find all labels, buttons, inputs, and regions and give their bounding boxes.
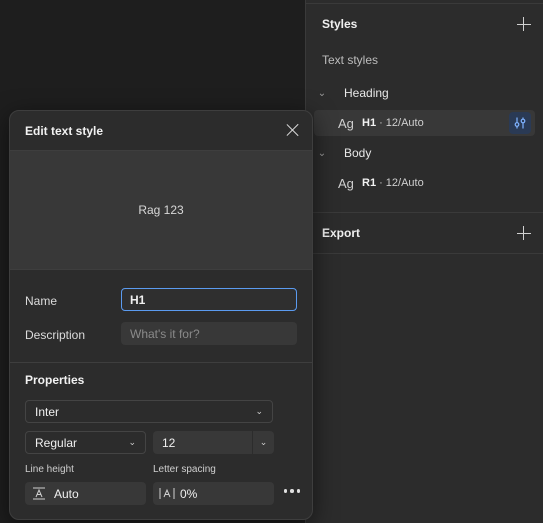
name-label: Name xyxy=(25,294,58,308)
font-size-value[interactable]: 12 xyxy=(153,436,252,450)
description-label: Description xyxy=(25,328,86,342)
export-section-title: Export xyxy=(322,226,361,240)
edit-style-adjust-icon[interactable] xyxy=(509,112,531,134)
font-weight-select[interactable]: Regular ⌄ xyxy=(25,431,146,454)
panel-top-divider xyxy=(306,3,543,4)
name-input[interactable]: H1 xyxy=(121,288,297,311)
style-group-name: Heading xyxy=(344,86,389,100)
close-icon[interactable] xyxy=(286,123,300,137)
letter-spacing-label: Letter spacing xyxy=(153,464,216,475)
dialog-title: Edit text style xyxy=(25,124,104,138)
text-style-desc: · 12/Auto xyxy=(379,117,424,129)
dialog-divider xyxy=(10,362,312,363)
line-height-value: Auto xyxy=(54,486,79,501)
style-group-heading[interactable]: ⌄ Heading xyxy=(314,81,535,105)
text-style-sample: Ag xyxy=(338,175,354,191)
letter-spacing-icon xyxy=(156,487,178,500)
text-styles-label: Text styles xyxy=(322,53,379,67)
letter-spacing-value: 0% xyxy=(180,486,198,501)
add-export-plus-icon[interactable] xyxy=(517,226,531,240)
more-options-icon[interactable] xyxy=(283,489,300,493)
preview-text: Rag 123 xyxy=(138,203,184,217)
design-panel: Styles Text styles ⌄ Heading Ag H1 · 12/… xyxy=(305,0,543,523)
line-height-icon xyxy=(28,487,50,500)
chevron-down-icon[interactable]: ⌄ xyxy=(252,431,274,454)
font-weight-value: Regular xyxy=(35,435,78,450)
styles-section-title: Styles xyxy=(322,17,358,31)
text-style-item-r1[interactable]: Ag R1 · 12/Auto xyxy=(314,170,535,196)
style-group-body[interactable]: ⌄ Body xyxy=(314,141,535,165)
line-height-label: Line height xyxy=(25,464,74,475)
text-style-name: R1 xyxy=(362,177,377,189)
font-family-value: Inter xyxy=(35,404,60,419)
text-style-sample: Ag xyxy=(338,115,354,131)
style-group-name: Body xyxy=(344,146,372,160)
chevron-down-icon: ⌄ xyxy=(255,406,263,416)
letter-spacing-input[interactable]: 0% xyxy=(153,482,274,505)
description-input[interactable]: What's it for? xyxy=(121,322,297,345)
chevron-down-icon[interactable]: ⌄ xyxy=(314,145,330,161)
text-style-name: H1 xyxy=(362,117,377,129)
text-style-desc: · 12/Auto xyxy=(379,177,424,189)
font-size-combobox[interactable]: 12 ⌄ xyxy=(153,431,274,454)
font-family-select[interactable]: Inter ⌄ xyxy=(25,400,273,423)
style-preview: Rag 123 xyxy=(10,150,312,270)
properties-heading: Properties xyxy=(25,373,85,387)
line-height-input[interactable]: Auto xyxy=(25,482,146,505)
edit-text-style-dialog: Edit text style Rag 123 Name H1 Descript… xyxy=(9,110,313,520)
section-divider xyxy=(306,212,543,213)
chevron-down-icon[interactable]: ⌄ xyxy=(314,85,330,101)
section-divider xyxy=(306,253,543,254)
text-style-item-h1[interactable]: Ag H1 · 12/Auto xyxy=(314,110,535,136)
add-style-plus-icon[interactable] xyxy=(517,17,531,31)
chevron-down-icon: ⌄ xyxy=(128,437,136,447)
